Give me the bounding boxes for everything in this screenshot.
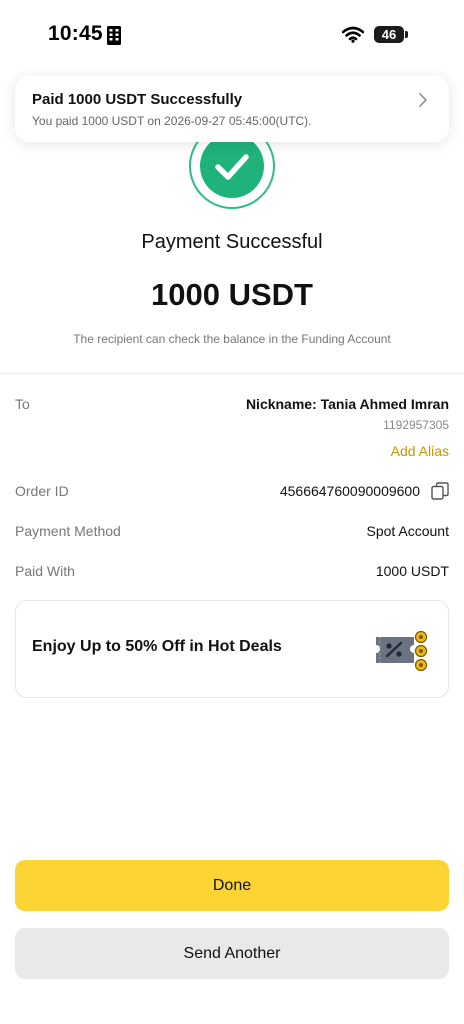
promo-text: Enjoy Up to 50% Off in Hot Deals	[32, 638, 282, 655]
paid-with-value: 1000 USDT	[375, 563, 449, 579]
chevron-right-icon[interactable]	[417, 90, 429, 110]
add-alias-link[interactable]: Add Alias	[391, 443, 449, 459]
copy-icon[interactable]	[431, 482, 449, 500]
recipient-nickname: Nickname: Tania Ahmed Imran	[245, 396, 449, 412]
coupon-icon	[376, 630, 428, 672]
wifi-icon	[342, 26, 364, 43]
order-id-value: 456664760090009600	[279, 483, 420, 499]
status-time: 10:45	[48, 22, 103, 45]
battery-icon: 46	[374, 26, 404, 43]
order-id-label: Order ID	[15, 483, 69, 499]
hot-deals-banner[interactable]: Enjoy Up to 50% Off in Hot Deals	[15, 600, 449, 698]
paid-with-label: Paid With	[15, 563, 75, 579]
section-divider	[0, 373, 464, 374]
status-bar: 10:45 46	[0, 0, 464, 64]
payment-title: Payment Successful	[141, 231, 323, 253]
payment-method-label: Payment Method	[15, 523, 121, 539]
to-label: To	[15, 396, 30, 412]
notification-subtitle: You paid 1000 USDT on 2026-09-27 05:45:0…	[32, 114, 312, 128]
building-icon	[107, 26, 121, 45]
notification-title: Paid 1000 USDT Successfully	[32, 91, 243, 108]
payment-note: The recipient can check the balance in t…	[73, 332, 391, 346]
success-check	[200, 134, 264, 198]
payment-amount: 1000 USDT	[151, 277, 313, 312]
done-button[interactable]: Done	[15, 860, 449, 911]
payment-method-value: Spot Account	[366, 523, 449, 539]
recipient-uid: 1192957305	[383, 418, 449, 432]
battery-tip	[405, 31, 408, 38]
send-another-button[interactable]: Send Another	[15, 928, 449, 979]
payment-notification[interactable]: Paid 1000 USDT Successfully You paid 100…	[15, 76, 449, 142]
checkmark-icon	[215, 154, 249, 180]
